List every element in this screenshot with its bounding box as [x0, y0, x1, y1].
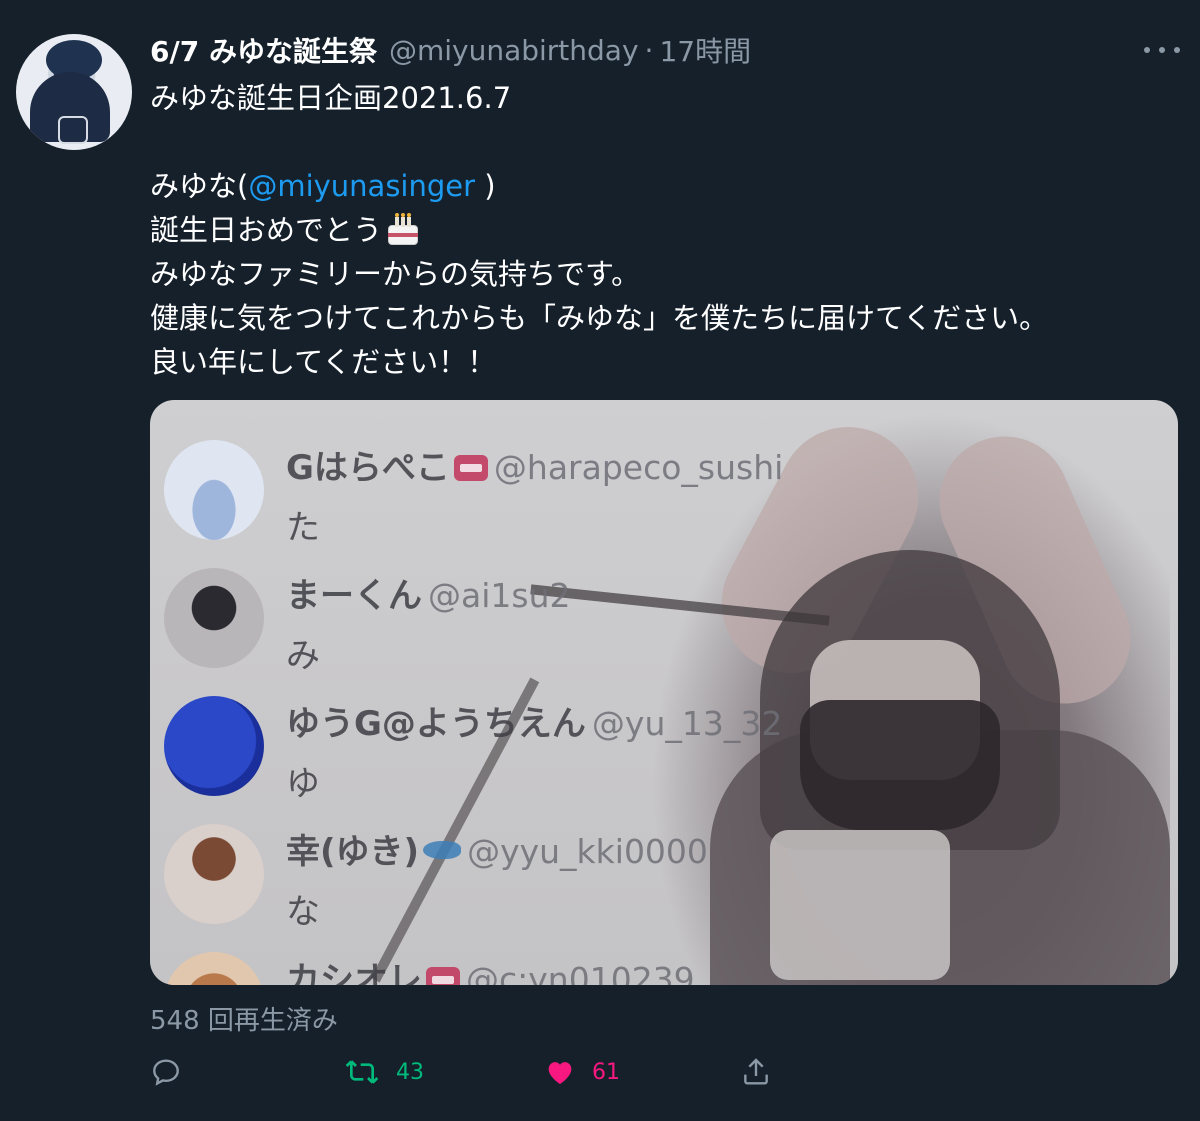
view-count: 548 回再生済み: [150, 1006, 338, 1036]
avatar[interactable]: [16, 34, 132, 150]
list-item: カシオレ @c:yn010239: [150, 924, 1178, 985]
reply-icon: [153, 1059, 179, 1086]
more-icon[interactable]: [1144, 36, 1180, 64]
avatar-print: [58, 116, 88, 144]
reply-name: ゆうG@ようちえん @yu_13_32: [286, 696, 782, 745]
reply-name-text: 幸(ゆき): [286, 832, 420, 872]
tweet-line: 誕生日おめでとう: [150, 208, 1048, 252]
reply-handle: @c:yn010239: [466, 960, 695, 985]
badge-icon: [453, 455, 488, 481]
tweet-line: みゆな(@miyunasinger ): [150, 164, 1048, 208]
separator-dot: ·: [644, 33, 654, 67]
reply-avatar: [164, 824, 264, 924]
tweet-line: みゆな誕生日企画2021.6.7: [150, 81, 512, 115]
reply-button[interactable]: [150, 1050, 182, 1094]
reply-name-text: カシオレ: [286, 960, 422, 985]
reply-avatar: [164, 440, 264, 540]
reply-avatar: [164, 952, 264, 985]
reply-name-text: Gはらぺこ: [286, 448, 450, 488]
timestamp[interactable]: 17時間: [659, 30, 751, 70]
badge-icon: [426, 967, 460, 985]
reply-handle: @ai1su2: [428, 576, 571, 615]
reply-handle: @harapeco_sushi: [493, 448, 784, 487]
reply-name-text: まーくん: [286, 576, 422, 616]
reply-handle: @yyu_kki0000: [467, 832, 708, 871]
like-button[interactable]: 61: [544, 1050, 620, 1094]
tweet-text: みゆな誕生日企画2021.6.7 みゆな(@miyunasinger ) 誕生日…: [150, 76, 1048, 384]
birthday-cake-emoji: [386, 213, 420, 245]
tweet-header: 6/7 みゆな誕生祭 @miyunabirthday · 17時間: [150, 30, 751, 70]
tweet: 6/7 みゆな誕生祭 @miyunabirthday · 17時間 みゆな誕生日…: [0, 0, 1200, 1121]
list-item: Gはらぺこ @harapeco_sushi た: [150, 412, 1178, 548]
share-icon: [744, 1058, 768, 1085]
more-dot: [1144, 47, 1150, 53]
video-player[interactable]: Gはらぺこ @harapeco_sushi た まーくん @ai1su2 み ゆうG…: [150, 400, 1178, 985]
tweet-line: 健康に気をつけてこれからも「みゆな」を僕たちに届けてください。: [150, 301, 1049, 335]
share-button[interactable]: [740, 1050, 772, 1094]
action-bar: 43 61: [150, 1050, 950, 1094]
list-item: 幸(ゆき) @yyu_kki0000 な: [150, 796, 1178, 932]
reply-avatar: [164, 568, 264, 668]
reply-avatar: [164, 696, 264, 796]
like-count: 61: [592, 1059, 620, 1085]
tweet-line: 良い年にしてください！！: [150, 345, 497, 379]
tweet-text-segment: 誕生日おめでとう: [150, 213, 383, 247]
retweet-count: 43: [396, 1059, 424, 1085]
reply-name: Gはらぺこ @harapeco_sushi: [286, 440, 783, 489]
display-name[interactable]: 6/7 みゆな誕生祭: [150, 30, 377, 70]
mention-link[interactable]: @miyunasinger: [248, 169, 475, 203]
user-handle[interactable]: @miyunabirthday: [389, 34, 639, 67]
reply-name-text: ゆうG@ようちえん: [286, 704, 586, 744]
more-dot: [1159, 47, 1165, 53]
reply-name: カシオレ @c:yn010239: [286, 952, 695, 985]
list-item: ゆうG@ようちえん @yu_13_32 ゆ: [150, 668, 1178, 804]
reply-name: まーくん @ai1su2: [286, 568, 571, 617]
reply-name: 幸(ゆき) @yyu_kki0000: [286, 824, 708, 873]
tweet-line: みゆなファミリーからの気持ちです。: [150, 257, 641, 291]
retweet-icon: [345, 1060, 379, 1084]
heart-icon: [548, 1062, 572, 1084]
tweet-text-segment: ): [475, 169, 496, 203]
tweet-text-segment: みゆな(: [150, 169, 249, 203]
fish-emoji: [423, 841, 462, 859]
reply-handle: @yu_13_32: [591, 704, 783, 743]
retweet-button[interactable]: 43: [344, 1050, 424, 1094]
list-item: まーくん @ai1su2 み: [150, 540, 1178, 676]
more-dot: [1174, 47, 1180, 53]
